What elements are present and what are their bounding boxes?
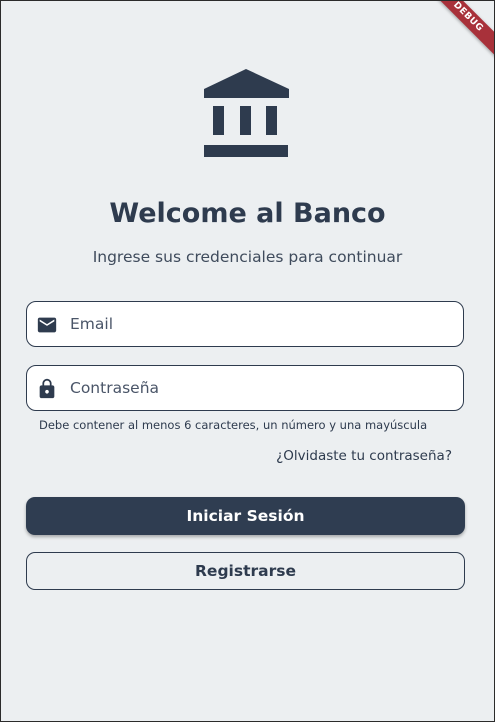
email-icon bbox=[37, 317, 57, 333]
password-helper-text: Debe contener al menos 6 caracteres, un … bbox=[39, 418, 428, 432]
forgot-password-link[interactable]: ¿Olvidaste tu contraseña? bbox=[276, 448, 452, 464]
email-field[interactable] bbox=[26, 301, 464, 347]
page-title: Welcome al Banco bbox=[109, 198, 386, 229]
password-field[interactable] bbox=[26, 365, 464, 411]
lock-icon bbox=[39, 378, 55, 399]
app-window: DEBUG Welcome al Banco Ingrese sus crede… bbox=[0, 0, 495, 722]
debug-banner: DEBUG bbox=[419, 1, 494, 66]
bank-icon bbox=[204, 69, 289, 157]
register-button[interactable]: Registrarse bbox=[26, 552, 465, 590]
page-subtitle: Ingrese sus credenciales para continuar bbox=[92, 248, 403, 266]
password-input[interactable] bbox=[70, 366, 450, 410]
login-button[interactable]: Iniciar Sesión bbox=[26, 497, 465, 535]
email-input[interactable] bbox=[70, 302, 450, 346]
